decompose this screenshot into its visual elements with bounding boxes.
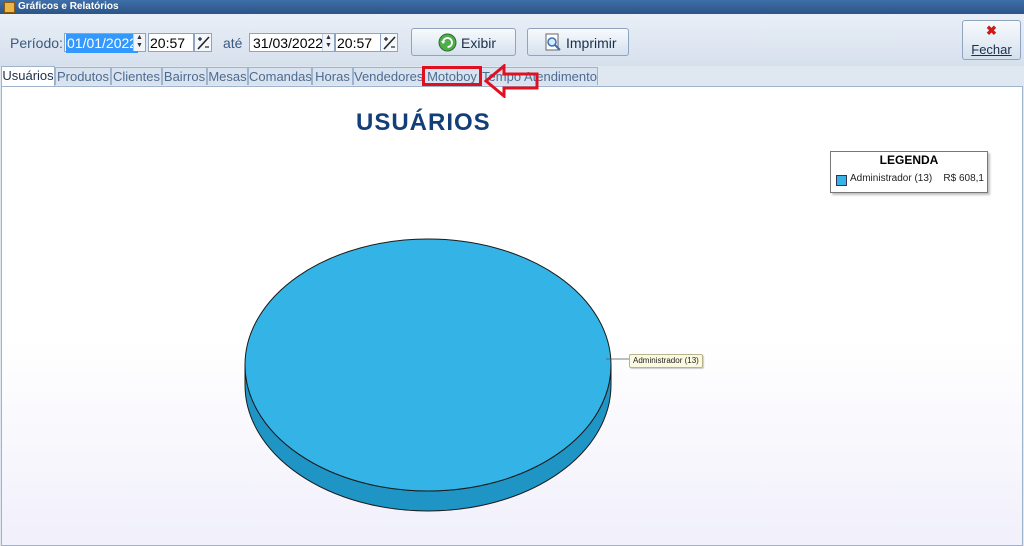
end-time-field[interactable]: 20:57: [335, 33, 381, 52]
legend-swatch: [836, 175, 847, 186]
start-date-field[interactable]: 01/01/2022 ▲ ▼: [64, 33, 146, 53]
tab-vendedores[interactable]: Vendedores: [353, 67, 423, 85]
imprimir-button[interactable]: Imprimir: [527, 28, 629, 56]
motoboy-highlight-box: [422, 66, 482, 86]
print-preview-icon: [545, 33, 561, 51]
start-date-value: 01/01/2022: [66, 34, 139, 53]
legend-title: LEGENDA: [879, 153, 939, 167]
end-date-spinner[interactable]: ▲ ▼: [322, 34, 334, 51]
tab-clientes[interactable]: Clientes: [111, 67, 162, 85]
imprimir-label: Imprimir: [566, 35, 617, 51]
periodo-label: Período:: [10, 35, 63, 51]
refresh-icon: [438, 33, 457, 52]
pie-slice-label: Administrador (13): [629, 354, 703, 368]
end-date-field[interactable]: 31/03/2022 ▲ ▼: [249, 33, 335, 52]
chart-legend: LEGENDA Administrador (13) R$ 608,1: [830, 151, 988, 193]
tab-comandas[interactable]: Comandas: [248, 67, 312, 85]
tab-produtos[interactable]: Produtos: [55, 67, 111, 85]
close-icon: ✖: [986, 23, 997, 38]
end-time-picker-button[interactable]: [380, 33, 398, 52]
pie-chart: [244, 238, 612, 512]
tab-bairros[interactable]: Bairros: [162, 67, 207, 85]
time-picker-icon: [197, 36, 210, 50]
end-date-value: 31/03/2022: [253, 35, 324, 51]
tab-horas[interactable]: Horas: [312, 67, 353, 85]
chart-title: USUÁRIOS: [356, 109, 491, 136]
window-title: Gráficos e Relatórios: [18, 1, 119, 12]
legend-item-label: Administrador (13): [850, 173, 933, 184]
fechar-button[interactable]: ✖ Fechar: [962, 20, 1021, 60]
start-time-field[interactable]: 20:57: [148, 33, 194, 52]
start-time-picker-button[interactable]: [194, 33, 212, 52]
ate-label: até: [223, 35, 243, 51]
pie-slice-administrador[interactable]: [244, 238, 612, 492]
fechar-label: Fechar: [971, 42, 1012, 57]
tab-usuarios[interactable]: Usuários: [1, 66, 55, 86]
start-date-spinner[interactable]: ▲ ▼: [133, 34, 145, 51]
time-picker-icon: [383, 36, 396, 50]
title-bar: Gráficos e Relatórios: [0, 0, 1024, 14]
red-arrow-icon: [484, 64, 539, 98]
legend-item-value: R$ 608,1: [943, 173, 984, 184]
exibir-button[interactable]: Exibir: [411, 28, 516, 56]
app-icon: [4, 2, 15, 13]
exibir-label: Exibir: [461, 35, 497, 51]
tab-mesas[interactable]: Mesas: [207, 67, 248, 85]
